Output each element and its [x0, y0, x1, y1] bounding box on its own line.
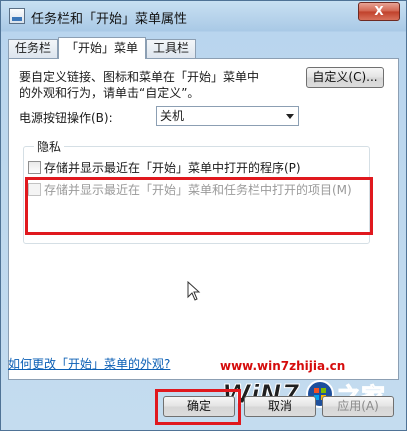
watermark-url: www.win7zhijia.cn: [220, 359, 346, 373]
chevron-down-icon: [286, 114, 294, 119]
tab-taskbar[interactable]: 任务栏: [8, 39, 58, 58]
cancel-button[interactable]: 取消: [244, 396, 316, 417]
title-bar[interactable]: 任务栏和「开始」菜单属性 X: [1, 1, 406, 31]
store-programs-checkbox[interactable]: [28, 161, 41, 174]
flag-green: [321, 388, 326, 393]
mouse-pointer-icon: [187, 281, 201, 301]
window-title: 任务栏和「开始」菜单属性: [31, 12, 188, 27]
start-menu-panel: 要自定义链接、图标和菜单在「开始」菜单中 的外观和行为，请单击“自定义”。 自定…: [8, 58, 399, 380]
privacy-group-title: 隐私: [34, 138, 65, 155]
taskbar-icon: [9, 8, 25, 24]
customize-description: 要自定义链接、图标和菜单在「开始」菜单中 的外观和行为，请单击“自定义”。: [19, 69, 259, 101]
customize-button[interactable]: 自定义(C)...: [306, 67, 384, 88]
store-programs-label: 存储并显示最近在「开始」菜单中打开的程序(P): [44, 161, 301, 175]
properties-dialog: 任务栏和「开始」菜单属性 X 任务栏 「开始」菜单 工具栏 要自定义链接、图标和…: [0, 0, 407, 431]
highlight-box-ok: [155, 389, 241, 425]
close-button[interactable]: X: [358, 2, 400, 21]
help-link[interactable]: 如何更改「开始」菜单的外观?: [8, 355, 170, 372]
apply-button[interactable]: 应用(A): [322, 396, 394, 417]
power-button-value: 关机: [160, 109, 185, 123]
description-line-1: 要自定义链接、图标和菜单在「开始」菜单中: [19, 70, 260, 84]
power-button-select[interactable]: 关机: [156, 106, 299, 126]
power-button-label: 电源按钮操作(B):: [19, 111, 113, 125]
tab-start-menu[interactable]: 「开始」菜单: [58, 37, 146, 59]
store-programs-option[interactable]: 存储并显示最近在「开始」菜单中打开的程序(P): [28, 159, 301, 176]
tab-toolbars[interactable]: 工具栏: [146, 39, 196, 58]
flag-red: [314, 388, 319, 393]
description-line-2: 的外观和行为，请单击“自定义”。: [19, 86, 200, 100]
highlight-box-privacy: [25, 177, 373, 235]
dialog-client: 任务栏 「开始」菜单 工具栏 要自定义链接、图标和菜单在「开始」菜单中 的外观和…: [8, 31, 399, 425]
